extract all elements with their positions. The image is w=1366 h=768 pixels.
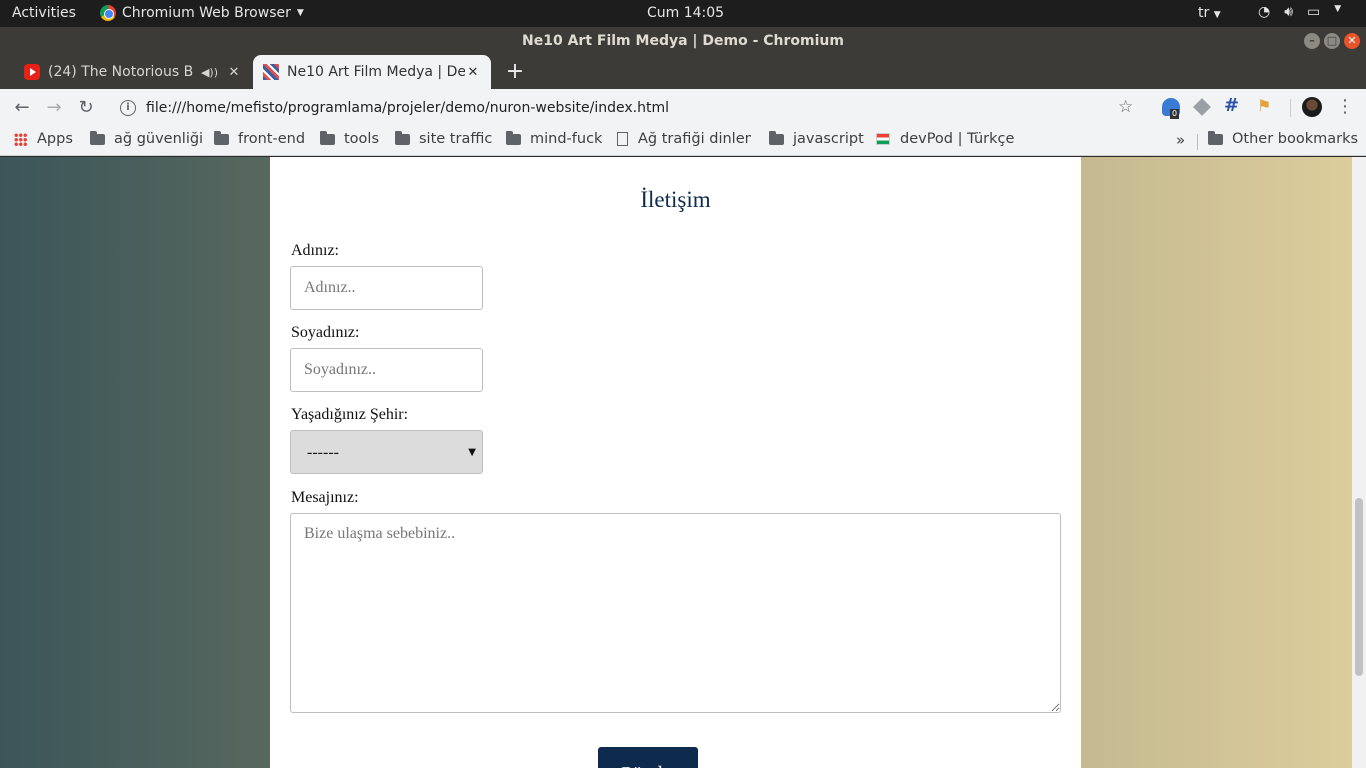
clock[interactable]: Cum 14:05 xyxy=(647,5,724,21)
chevron-down-icon: ▼ xyxy=(296,8,304,18)
toolbar-divider xyxy=(1290,99,1291,117)
page-viewport: İletişim Adınız: Soyadınız: Yaşadığınız … xyxy=(0,157,1352,768)
bookmark-label: site traffic xyxy=(419,131,493,147)
bookmark-page[interactable]: devPod | Türkçe Kaynak xyxy=(876,131,1014,147)
bookmark-label: Ağ trafiği dinleme xyxy=(638,131,751,147)
tab-youtube[interactable]: (24) The Notorious B.I. ◀)) ✕ xyxy=(14,55,252,89)
folder-icon xyxy=(769,131,784,145)
tab-title: Ne10 Art Film Medya | Demo xyxy=(287,64,465,80)
bookmarks-overflow-icon[interactable]: » xyxy=(1176,131,1185,149)
page-scrollbar[interactable] xyxy=(1352,157,1366,768)
bookmark-folder[interactable]: ağ güvenliği xyxy=(90,131,203,147)
last-name-label: Soyadınız: xyxy=(291,324,360,341)
window-title: Ne10 Art Film Medya | Demo - Chromium xyxy=(522,33,844,49)
back-icon[interactable]: ← xyxy=(10,97,34,118)
city-select-value: ------ xyxy=(307,444,339,461)
language-label: tr xyxy=(1198,5,1210,21)
other-bookmarks[interactable]: Other bookmarks xyxy=(1208,131,1358,147)
close-tab-icon[interactable]: ✕ xyxy=(226,65,242,80)
tab-strip: (24) The Notorious B.I. ◀)) ✕ Ne10 Art F… xyxy=(0,55,1366,89)
tab-active[interactable]: Ne10 Art Film Medya | Demo ✕ xyxy=(253,55,491,89)
bookmark-label: ağ güvenliği xyxy=(114,131,204,147)
last-name-input[interactable] xyxy=(290,348,483,392)
first-name-label: Adınız: xyxy=(291,242,339,259)
bookmark-folder[interactable]: mind-fuck xyxy=(506,131,602,147)
bookmarks-divider xyxy=(1197,134,1198,150)
folder-icon xyxy=(395,131,410,145)
audio-playing-icon[interactable]: ◀)) xyxy=(201,66,218,79)
window-controls: – □ ✕ xyxy=(1304,33,1360,49)
apps-grid-icon xyxy=(14,132,27,146)
chromium-icon xyxy=(100,5,116,21)
folder-icon xyxy=(214,131,229,145)
reload-icon[interactable]: ↻ xyxy=(74,97,98,118)
system-top-bar: Activities Chromium Web Browser ▼ Cum 14… xyxy=(0,0,1366,27)
site-icon xyxy=(876,133,890,145)
page-icon xyxy=(617,132,628,146)
extension-flag-icon[interactable]: ⚑ xyxy=(1257,96,1275,115)
activities-button[interactable]: Activities xyxy=(12,5,76,21)
contact-form-panel: İletişim Adınız: Soyadınız: Yaşadığınız … xyxy=(270,157,1081,768)
folder-icon xyxy=(320,131,335,145)
extension-grid-icon[interactable]: # xyxy=(1224,95,1242,116)
dropdown-arrow-icon: ▼ xyxy=(468,447,476,458)
city-select[interactable]: ------ ▼ xyxy=(290,430,483,474)
bookmark-label: front-end xyxy=(238,131,306,147)
bookmark-apps[interactable]: Apps xyxy=(14,131,73,147)
app-menu-label: Chromium Web Browser xyxy=(122,5,291,21)
bookmark-page[interactable]: Ağ trafiği dinleme xyxy=(617,131,751,147)
maximize-icon[interactable]: □ xyxy=(1324,33,1340,49)
address-bar[interactable]: i file:///home/mefisto/programlama/proje… xyxy=(108,93,1148,122)
language-menu[interactable]: tr ▼ xyxy=(1198,5,1221,21)
bookmark-label: devPod | Türkçe Kaynak xyxy=(900,131,1014,147)
tab-title: (24) The Notorious B.I. xyxy=(48,64,193,80)
browser-toolbar: ← → ↻ i file:///home/mefisto/programlama… xyxy=(0,89,1366,126)
bookmark-label: mind-fuck xyxy=(530,131,603,147)
bookmark-folder[interactable]: tools xyxy=(320,131,379,147)
chevron-down-icon: ▼ xyxy=(1213,10,1221,20)
profile-avatar[interactable] xyxy=(1302,97,1322,117)
bookmark-folder[interactable]: front-end xyxy=(214,131,305,147)
chevron-down-icon: ▼ xyxy=(1334,4,1342,14)
forward-icon[interactable]: → xyxy=(42,97,66,118)
close-tab-icon[interactable]: ✕ xyxy=(465,65,481,80)
bookmark-label: Apps xyxy=(37,131,73,147)
new-tab-button[interactable]: + xyxy=(502,59,528,84)
message-label: Mesajınız: xyxy=(291,489,359,506)
system-tray[interactable]: ◔ 🔊︎ ▭ ▼ xyxy=(1258,4,1341,20)
close-window-icon[interactable]: ✕ xyxy=(1344,33,1360,49)
folder-icon xyxy=(1208,131,1223,145)
folder-icon xyxy=(90,131,105,145)
extension-badge: 0 xyxy=(1170,109,1180,119)
city-label: Yaşadığınız Şehir: xyxy=(291,406,409,423)
info-icon[interactable]: i xyxy=(120,99,136,116)
bookmark-star-icon[interactable]: ☆ xyxy=(1118,97,1133,117)
youtube-icon xyxy=(24,64,40,80)
first-name-input[interactable] xyxy=(290,266,483,310)
bookmarks-bar: Apps ağ güvenliği front-end tools site t… xyxy=(0,126,1366,156)
site-icon xyxy=(263,64,279,80)
minimize-icon[interactable]: – xyxy=(1304,33,1320,49)
scrollbar-thumb[interactable] xyxy=(1355,498,1363,676)
bookmark-label: Other bookmarks xyxy=(1232,131,1359,147)
folder-icon xyxy=(506,131,521,145)
kebab-menu-icon[interactable]: ⋮ xyxy=(1336,96,1354,117)
window-titlebar: Ne10 Art Film Medya | Demo - Chromium – … xyxy=(0,27,1366,55)
app-menu[interactable]: Chromium Web Browser ▼ xyxy=(100,5,304,21)
page-title: İletişim xyxy=(640,187,711,212)
submit-button[interactable]: Gönder xyxy=(598,747,698,768)
bookmark-folder[interactable]: site traffic xyxy=(395,131,492,147)
bookmark-label: javascript xyxy=(793,131,864,147)
extension-diamond-icon[interactable] xyxy=(1193,98,1211,116)
battery-icon: ▭ xyxy=(1307,4,1321,20)
wifi-icon: ◔ xyxy=(1258,4,1271,20)
bookmark-folder[interactable]: javascript xyxy=(769,131,864,147)
volume-icon: 🔊︎ xyxy=(1284,4,1294,20)
message-textarea[interactable] xyxy=(290,513,1061,713)
url-text[interactable]: file:///home/mefisto/programlama/projele… xyxy=(146,100,669,116)
bookmark-label: tools xyxy=(344,131,380,147)
